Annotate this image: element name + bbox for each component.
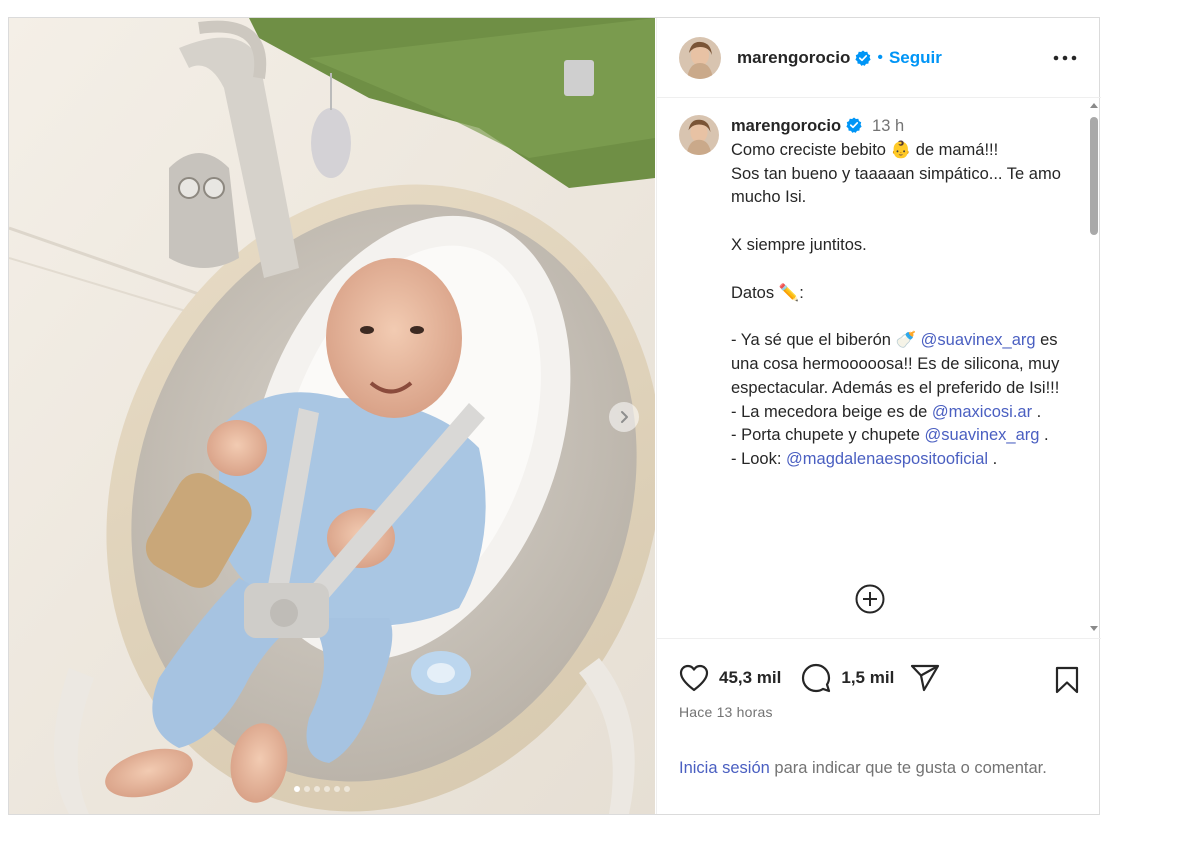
- profile-photo-icon: [679, 36, 721, 79]
- caption-paragraph: Datos ✏️:: [731, 283, 804, 302]
- comment-count[interactable]: 1,5 mil: [841, 668, 894, 688]
- login-link[interactable]: Inicia sesión: [679, 759, 770, 777]
- post-photo[interactable]: [9, 18, 655, 814]
- post-side-panel: marengorocio • Seguir marengorocio 13 h …: [656, 18, 1101, 814]
- scroll-up-arrow[interactable]: [1090, 103, 1098, 108]
- carousel-dot: [304, 786, 310, 792]
- verified-badge-icon: [846, 117, 862, 133]
- caption-item-text: - Porta chupete y chupete: [731, 426, 925, 445]
- heart-icon: [679, 664, 709, 692]
- profile-photo-icon: [679, 115, 719, 155]
- caption-item-text: - Look:: [731, 450, 787, 469]
- caption-paragraph: X siempre juntitos.: [731, 235, 867, 254]
- carousel-indicator: [294, 786, 350, 792]
- post-timestamp[interactable]: Hace 13 horas: [679, 704, 773, 720]
- caption-list-item: - La mecedora beige es de @maxicosi.ar .: [731, 401, 1071, 425]
- username-link[interactable]: marengorocio: [737, 48, 850, 68]
- header-separator: •: [877, 48, 883, 66]
- like-count[interactable]: 45,3 mil: [719, 668, 781, 688]
- more-options-button[interactable]: [1051, 46, 1079, 70]
- carousel-dot: [324, 786, 330, 792]
- comment-button[interactable]: 1,5 mil: [801, 663, 894, 693]
- carousel-dot: [314, 786, 320, 792]
- load-more-comments-button[interactable]: [854, 583, 886, 615]
- save-button[interactable]: [1055, 666, 1079, 694]
- chevron-right-icon: [621, 411, 628, 423]
- follow-button[interactable]: Seguir: [889, 48, 942, 68]
- mention-link[interactable]: @magdalenaespositooficial: [786, 450, 988, 468]
- caption-item-text: - La mecedora beige es de: [731, 402, 932, 421]
- login-prompt: Inicia sesión para indicar que te gusta …: [679, 756, 1059, 780]
- caption-paragraph: Como creciste bebito 👶 de mamá!!! Sos ta…: [731, 140, 1061, 207]
- login-prompt-text: para indicar que te gusta o comentar.: [769, 759, 1047, 777]
- caption-list-item: - Ya sé que el biberón 🍼 @suavinex_arg e…: [731, 329, 1071, 400]
- post-header: marengorocio • Seguir: [657, 18, 1101, 98]
- caption-item-text: .: [1032, 402, 1042, 421]
- more-options-icon: [1053, 55, 1077, 61]
- avatar[interactable]: [679, 36, 721, 79]
- comments-scrollbar[interactable]: [1087, 103, 1101, 631]
- caption-text: marengorocio 13 h Como creciste bebito 👶…: [731, 115, 1071, 472]
- plus-circle-icon: [855, 584, 885, 614]
- mention-link[interactable]: @suavinex_arg: [925, 426, 1040, 444]
- mention-link[interactable]: @maxicosi.ar: [932, 403, 1032, 421]
- carousel-dot: [294, 786, 300, 792]
- action-bar: 45,3 mil 1,5 mil: [679, 660, 1079, 696]
- carousel-next-button[interactable]: [609, 402, 639, 432]
- instagram-post: marengorocio • Seguir marengorocio 13 h …: [8, 17, 1101, 815]
- caption-item-text: .: [988, 450, 998, 469]
- scroll-down-arrow[interactable]: [1090, 626, 1098, 631]
- share-button[interactable]: [910, 664, 940, 692]
- like-button[interactable]: 45,3 mil: [679, 664, 781, 692]
- baby-in-rocker-image: [9, 18, 655, 814]
- carousel-dot: [334, 786, 340, 792]
- post-time[interactable]: 13 h: [872, 117, 904, 135]
- caption-list-item: - Porta chupete y chupete @suavinex_arg …: [731, 424, 1071, 448]
- caption-item-text: .: [1039, 426, 1049, 445]
- avatar[interactable]: [679, 115, 719, 155]
- caption-list-item: - Look: @magdalenaespositooficial .: [731, 448, 1071, 472]
- share-icon: [911, 664, 940, 692]
- verified-badge-icon: [855, 50, 871, 66]
- scroll-thumb[interactable]: [1090, 117, 1098, 235]
- bookmark-icon: [1055, 666, 1079, 694]
- caption: marengorocio 13 h Como creciste bebito 👶…: [679, 115, 1071, 472]
- caption-item-text: - Ya sé que el biberón 🍼: [731, 331, 921, 350]
- comment-icon: [802, 663, 831, 693]
- mention-link[interactable]: @suavinex_arg: [921, 331, 1036, 349]
- comments-section[interactable]: marengorocio 13 h Como creciste bebito 👶…: [657, 99, 1101, 639]
- caption-username-link[interactable]: marengorocio: [731, 117, 841, 135]
- carousel-dot: [344, 786, 350, 792]
